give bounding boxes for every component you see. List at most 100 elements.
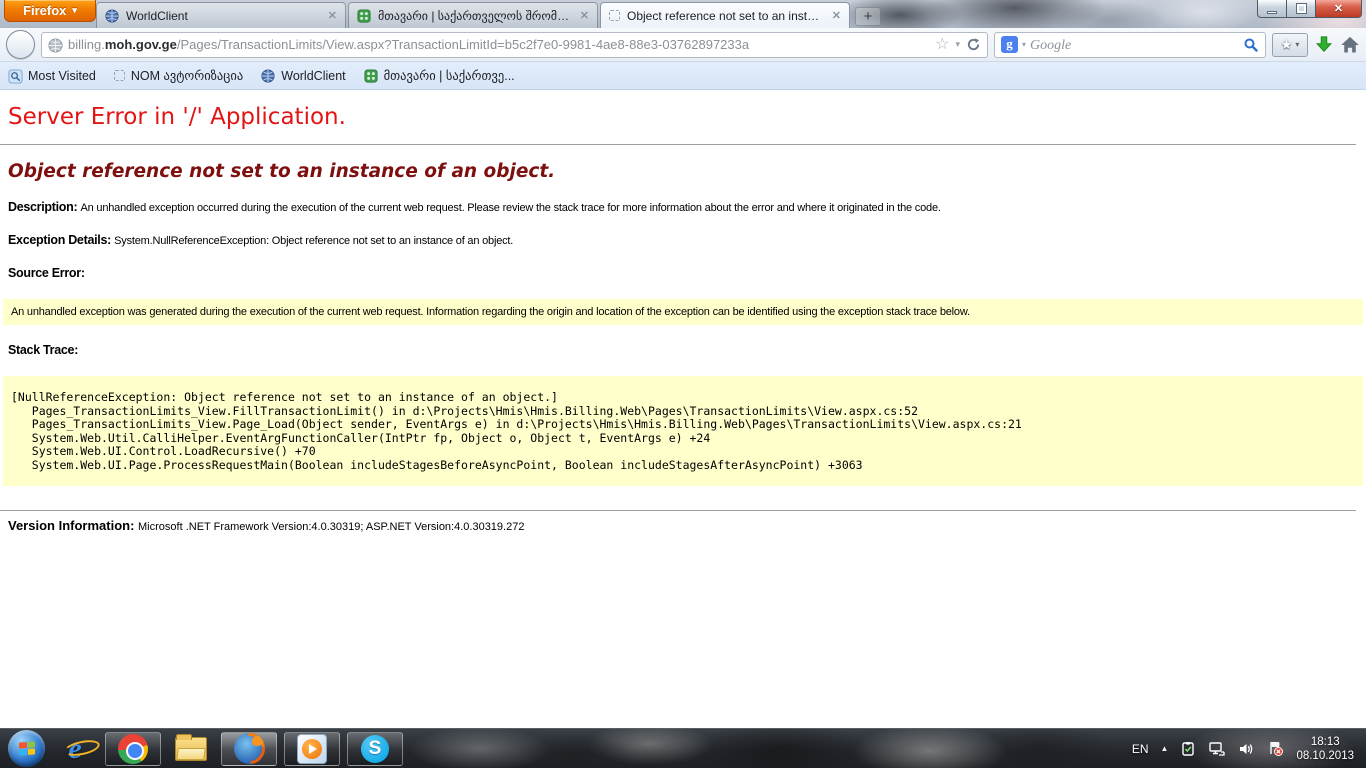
stack-trace-box: [NullReferenceException: Object referenc… (3, 376, 1363, 486)
titlebar: Firefox ▾ WorldClient ✕ მთავარი | საქართ… (0, 0, 1366, 28)
bookmark-star-icon[interactable]: ☆ (935, 37, 949, 53)
search-input[interactable] (1030, 37, 1239, 52)
description-label: Description: (8, 200, 81, 214)
close-window-button[interactable]: ✕ (1316, 0, 1362, 18)
volume-icon[interactable] (1238, 741, 1255, 757)
window-controls: ✕ (1257, 0, 1362, 18)
bookmarks-toolbar: Most Visited NOM ავტორიზაცია WorldClient… (0, 62, 1366, 90)
restore-icon (1297, 4, 1306, 13)
tab-georgian-site[interactable]: მთავარი | საქართველოს შრომის, ... ✕ (348, 2, 598, 28)
bookmark-label: NOM ავტორიზაცია (131, 68, 243, 83)
url-text[interactable]: billing.moh.gov.ge/Pages/TransactionLimi… (68, 37, 929, 52)
internet-explorer-icon: e (68, 732, 81, 766)
url-prefix: billing. (68, 37, 105, 52)
back-button[interactable] (6, 30, 35, 59)
system-tray: EN ▲ 18:13 08.10.2013 (1132, 735, 1358, 763)
taskbar-media-player[interactable] (284, 732, 340, 766)
tray-date: 08.10.2013 (1296, 750, 1354, 762)
stack-trace-label: Stack Trace: (8, 343, 78, 357)
bookmark-label: მთავარი | საქართვე... (384, 68, 515, 83)
globe-favicon-icon (105, 9, 119, 23)
exception-details-paragraph: Exception Details: System.NullReferenceE… (8, 233, 1358, 247)
chevron-down-icon: ▾ (1295, 40, 1299, 49)
close-icon: ✕ (1334, 2, 1343, 15)
show-hidden-icons-button[interactable]: ▲ (1161, 744, 1169, 753)
description-text: An unhandled exception occurred during t… (81, 202, 941, 214)
reload-icon[interactable] (966, 37, 981, 52)
version-label: Version Information: (8, 518, 138, 533)
taskbar-internet-explorer[interactable]: e (52, 732, 98, 766)
media-player-icon (297, 734, 327, 764)
remove-hardware-icon[interactable] (1180, 741, 1196, 757)
taskbar-skype[interactable]: S (347, 732, 403, 766)
tab-strip: WorldClient ✕ მთავარი | საქართველოს შრომ… (96, 2, 881, 28)
clock[interactable]: 18:13 08.10.2013 (1296, 735, 1354, 763)
chevron-down-icon: ▾ (72, 5, 77, 16)
back-arrow-icon (13, 37, 29, 53)
close-tab-icon[interactable]: ✕ (328, 9, 337, 22)
taskbar-windows-explorer[interactable] (168, 732, 214, 766)
error-page-subtitle: Object reference not set to an instance … (8, 161, 1358, 182)
error-page-content: Server Error in '/' Application. Object … (0, 90, 1366, 728)
bookmarks-star-icon: ★ (1281, 37, 1293, 53)
chrome-icon (118, 734, 148, 764)
minimize-icon (1267, 11, 1277, 14)
taskbar-chrome[interactable] (105, 732, 161, 766)
error-page-title: Server Error in '/' Application. (8, 104, 1358, 130)
most-visited-icon (8, 69, 22, 83)
url-bar[interactable]: billing.moh.gov.ge/Pages/TransactionLimi… (41, 32, 988, 58)
search-engine-dropdown-icon[interactable]: ▾ (1022, 40, 1026, 49)
url-path: /Pages/TransactionLimits/View.aspx?Trans… (177, 37, 749, 52)
firefox-window: Firefox ▾ WorldClient ✕ მთავარი | საქართ… (0, 0, 1366, 768)
search-bar[interactable]: g ▾ (994, 32, 1266, 58)
minimize-button[interactable] (1257, 0, 1287, 18)
stack-trace-text: [NullReferenceException: Object referenc… (11, 391, 1355, 472)
windows-taskbar: e S EN ▲ (0, 728, 1366, 768)
navigation-toolbar: billing.moh.gov.ge/Pages/TransactionLimi… (0, 28, 1366, 62)
ie-orbit-icon (63, 737, 101, 758)
firefox-menu-button[interactable]: Firefox ▾ (4, 0, 96, 22)
url-domain: moh.gov.ge (105, 37, 177, 52)
bookmark-label: Most Visited (28, 69, 96, 83)
network-icon[interactable] (1208, 741, 1226, 757)
tab-title: Object reference not set to an instanc..… (627, 9, 825, 23)
source-error-label: Source Error: (8, 266, 85, 280)
urlbar-dropdown-icon[interactable]: ▾ (955, 39, 960, 50)
language-indicator[interactable]: EN (1132, 742, 1149, 756)
downloads-button[interactable] (1314, 35, 1334, 55)
source-error-label-paragraph: Source Error: (8, 266, 1358, 280)
close-tab-icon[interactable]: ✕ (580, 9, 589, 22)
blank-favicon-icon (114, 70, 125, 81)
version-information: Version Information: Microsoft .NET Fram… (8, 518, 1358, 533)
site-identity-globe-icon[interactable] (48, 38, 62, 52)
description-paragraph: Description: An unhandled exception occu… (8, 200, 1358, 214)
windows-logo-icon (19, 741, 35, 755)
bookmark-nom[interactable]: NOM ავტორიზაცია (114, 68, 243, 83)
bookmark-georgian-site[interactable]: მთავარი | საქართვე... (364, 68, 515, 83)
new-tab-button[interactable]: + (855, 7, 881, 26)
blank-favicon-icon (609, 10, 620, 21)
bookmark-worldclient[interactable]: WorldClient (261, 69, 345, 83)
bookmarks-menu-button[interactable]: ★ ▾ (1272, 33, 1308, 57)
bookmark-most-visited[interactable]: Most Visited (8, 69, 96, 83)
start-button[interactable] (8, 730, 45, 767)
tray-time: 18:13 (1311, 736, 1340, 748)
action-center-flag-icon[interactable] (1267, 740, 1284, 757)
green-tile-favicon-icon (357, 9, 371, 23)
firefox-icon (234, 733, 265, 764)
exception-details-text: System.NullReferenceException: Object re… (114, 235, 513, 247)
tab-error-page-active[interactable]: Object reference not set to an instanc..… (600, 2, 850, 28)
google-engine-icon[interactable]: g (1001, 36, 1018, 53)
version-text: Microsoft .NET Framework Version:4.0.303… (138, 521, 524, 533)
source-error-box: An unhandled exception was generated dur… (3, 299, 1363, 325)
restore-button[interactable] (1287, 0, 1316, 18)
taskbar-firefox-active[interactable] (221, 732, 277, 766)
tab-title: WorldClient (126, 9, 321, 23)
search-icon[interactable] (1243, 37, 1259, 53)
close-tab-icon[interactable]: ✕ (832, 9, 841, 22)
source-error-text: An unhandled exception was generated dur… (11, 306, 970, 318)
green-tile-favicon-icon (364, 69, 378, 83)
home-button[interactable] (1340, 35, 1360, 55)
tab-worldclient[interactable]: WorldClient ✕ (96, 2, 346, 28)
tab-title: მთავარი | საქართველოს შრომის, ... (378, 9, 573, 23)
